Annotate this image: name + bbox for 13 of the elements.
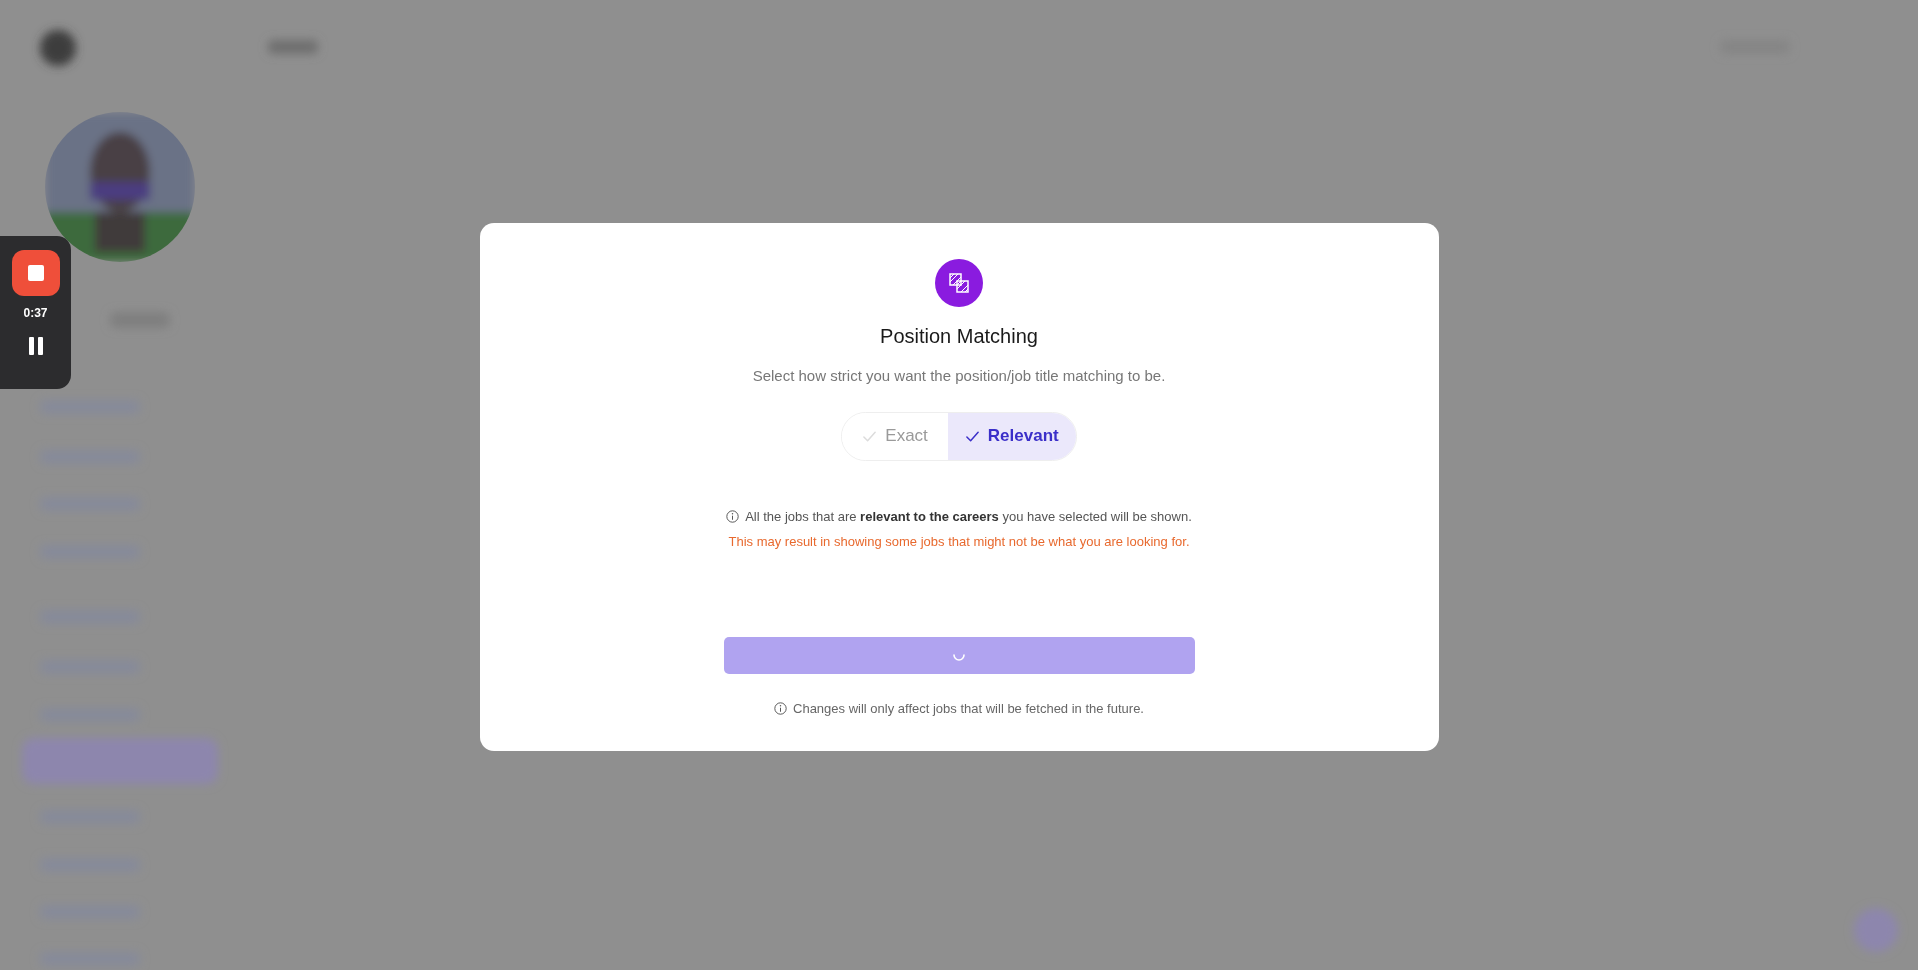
dialog-subtitle: Select how strict you want the position/job title matching to be. <box>752 366 1166 386</box>
match-option[interactable]: Relevant <box>947 412 1076 460</box>
note-text: Changes will only affect jobs that will be fetched in the future. <box>793 699 1144 718</box>
recording-time: 0:37 <box>23 305 48 322</box>
info-text: All the jobs that are relevant to the careers you have selected will be shown. <box>745 507 1192 526</box>
info-icon <box>774 701 787 715</box>
stop-icon <box>27 265 44 281</box>
dialog-title: Position Matching <box>880 324 1038 349</box>
stop-button[interactable] <box>11 250 60 296</box>
pause-icon <box>28 337 43 355</box>
warning-text: This may result in showing some jobs that might not be what you are looking for. <box>728 533 1190 551</box>
overlap-squares-icon <box>948 272 970 294</box>
info-icon <box>726 509 740 523</box>
